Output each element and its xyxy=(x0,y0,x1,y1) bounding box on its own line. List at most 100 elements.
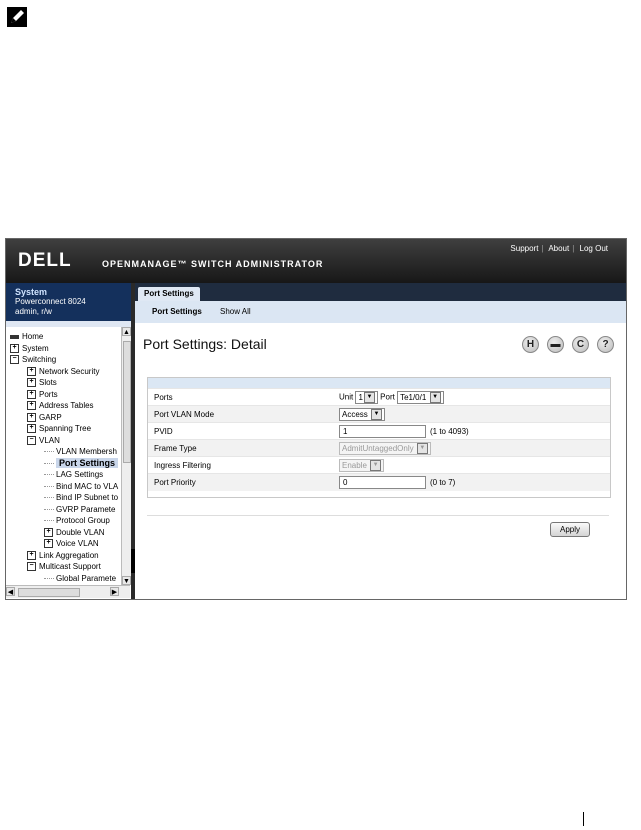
tree-vertical-scrollbar[interactable]: ▲ ▼ xyxy=(121,327,131,585)
tree-horizontal-scrollbar[interactable]: ◀ ▶ xyxy=(6,585,130,598)
collapse-icon[interactable]: − xyxy=(27,562,36,572)
tab-bar: Port Settings xyxy=(135,283,626,301)
apply-button[interactable]: Apply xyxy=(550,522,590,537)
tree-item[interactable]: Protocol Group xyxy=(44,515,110,526)
help-h-icon[interactable]: H xyxy=(522,336,539,353)
tree-item-label: Ports xyxy=(39,389,58,399)
tree-item[interactable]: − Switching xyxy=(10,354,56,365)
tree-item-label: System xyxy=(22,343,49,353)
product-name: OPENMANAGE™ SWITCH ADMINISTRATOR xyxy=(102,259,324,269)
tree-item-label: Double VLAN xyxy=(56,527,105,537)
form-header xyxy=(148,378,610,388)
tree-item-label: Bind MAC to VLA xyxy=(56,481,119,491)
unit-label: Unit xyxy=(339,392,354,402)
tree-item[interactable]: Bind IP Subnet to xyxy=(44,492,118,503)
port-vlan-mode-select[interactable]: Access ▼ xyxy=(339,408,386,421)
frame-type-select[interactable]: AdmitUntaggedOnly ▼ xyxy=(339,442,431,455)
expand-icon[interactable]: + xyxy=(27,550,36,560)
tree-item[interactable]: GVRP Paramete xyxy=(44,504,115,515)
system-panel: System Powerconnect 8024 admin, r/w xyxy=(6,283,131,321)
tree-item[interactable]: Home xyxy=(10,331,43,342)
tree-item-label: Switching xyxy=(22,355,57,364)
port-label: Port xyxy=(380,392,395,402)
top-links: Support | About | Log Out xyxy=(510,244,608,253)
expand-icon[interactable]: + xyxy=(27,366,36,376)
collapse-icon[interactable]: − xyxy=(10,355,19,365)
collapse-panel-handle[interactable] xyxy=(131,549,135,573)
tree-item-label: VLAN xyxy=(39,435,60,445)
chevron-down-icon: ▼ xyxy=(371,409,383,421)
tree-item[interactable]: Global Paramete xyxy=(44,573,116,584)
unit-select[interactable]: 1 ▼ xyxy=(355,391,378,404)
scroll-up-icon[interactable]: ▲ xyxy=(122,327,131,336)
tree-item[interactable]: LAG Settings xyxy=(44,469,103,480)
refresh-icon[interactable]: C xyxy=(572,336,589,353)
tree-item[interactable]: − VLAN xyxy=(27,435,60,446)
dell-logo: DELL xyxy=(18,250,72,271)
pvid-hint: (1 to 4093) xyxy=(430,427,469,436)
expand-icon[interactable]: + xyxy=(27,412,36,422)
app-window: DELL OPENMANAGE™ SWITCH ADMINISTRATOR Su… xyxy=(5,238,627,600)
scroll-thumb[interactable] xyxy=(123,341,131,463)
chevron-down-icon: ▼ xyxy=(363,392,375,404)
subtab-port-settings[interactable]: Port Settings xyxy=(152,307,202,316)
row-ports: Ports Unit 1 ▼ Port Te1/0/1 ▼ xyxy=(148,388,610,406)
tree-item-label: Link Aggregation xyxy=(39,550,99,560)
port-select[interactable]: Te1/0/1 ▼ xyxy=(397,391,444,404)
tree-item[interactable]: + System xyxy=(10,343,49,354)
ingress-filtering-label: Ingress Filtering xyxy=(154,461,211,470)
hscroll-thumb[interactable] xyxy=(18,588,80,597)
tree-item[interactable]: VLAN Membersh xyxy=(44,446,117,457)
print-icon[interactable]: ▬ xyxy=(547,336,564,353)
port-priority-input[interactable]: 0 xyxy=(339,476,426,489)
chevron-down-icon: ▼ xyxy=(429,392,441,404)
pvid-input[interactable]: 1 xyxy=(339,425,426,438)
tree-item-label: GVRP Paramete xyxy=(56,504,116,514)
tree-item[interactable]: + Spanning Tree xyxy=(27,423,91,434)
pvid-label: PVID xyxy=(154,427,173,436)
page-margin-line xyxy=(583,812,584,826)
ingress-filtering-select[interactable]: Enable ▼ xyxy=(339,459,385,472)
tree-item-label: Address Tables xyxy=(39,401,94,410)
question-icon[interactable]: ? xyxy=(597,336,614,353)
port-priority-label: Port Priority xyxy=(154,478,196,487)
tab-port-settings[interactable]: Port Settings xyxy=(138,287,200,301)
about-link[interactable]: About xyxy=(548,244,569,253)
expand-icon[interactable]: + xyxy=(27,424,36,434)
collapse-icon[interactable]: − xyxy=(27,435,36,445)
tree-item[interactable]: + Slots xyxy=(27,377,57,388)
expand-icon[interactable]: + xyxy=(27,401,36,411)
header-bar: DELL OPENMANAGE™ SWITCH ADMINISTRATOR Su… xyxy=(6,239,626,283)
row-port-vlan-mode: Port VLAN Mode Access ▼ xyxy=(148,405,610,423)
tree-item-label: LAG Settings xyxy=(56,470,104,479)
tree-item[interactable]: + Voice VLAN xyxy=(44,538,99,549)
tree-item-label: Slots xyxy=(39,378,57,387)
expand-icon[interactable]: + xyxy=(27,378,36,388)
tree-item[interactable]: − Multicast Support xyxy=(27,561,101,572)
tree-item[interactable]: Port Settings xyxy=(44,457,119,469)
expand-icon[interactable]: + xyxy=(10,343,19,353)
expand-icon[interactable]: + xyxy=(44,539,53,549)
tree-item[interactable]: + Address Tables xyxy=(27,400,94,411)
home-icon xyxy=(10,334,19,339)
expand-icon[interactable]: + xyxy=(44,527,53,537)
logout-link[interactable]: Log Out xyxy=(580,244,608,253)
tree-item[interactable]: + Ports xyxy=(27,389,58,400)
tree-item[interactable]: + GARP xyxy=(27,412,62,423)
support-link[interactable]: Support xyxy=(510,244,538,253)
divider-line xyxy=(147,515,609,516)
row-ingress-filtering: Ingress Filtering Enable ▼ xyxy=(148,456,610,474)
tree-item[interactable]: + Link Aggregation xyxy=(27,550,99,561)
tree-item-label: Bind IP Subnet to xyxy=(56,493,119,502)
tree-item[interactable]: + Network Security xyxy=(27,366,99,377)
tree-item-label: Multicast Support xyxy=(39,562,101,571)
scroll-left-icon[interactable]: ◀ xyxy=(6,587,15,596)
expand-icon[interactable]: + xyxy=(27,389,36,399)
scroll-down-icon[interactable]: ▼ xyxy=(122,576,131,585)
tree-item[interactable]: + Double VLAN xyxy=(44,527,104,538)
chevron-down-icon: ▼ xyxy=(416,443,428,455)
row-pvid: PVID 1 (1 to 4093) xyxy=(148,422,610,440)
scroll-right-icon[interactable]: ▶ xyxy=(110,587,119,596)
subtab-show-all[interactable]: Show All xyxy=(220,307,251,316)
tree-item[interactable]: Bind MAC to VLA xyxy=(44,481,118,492)
